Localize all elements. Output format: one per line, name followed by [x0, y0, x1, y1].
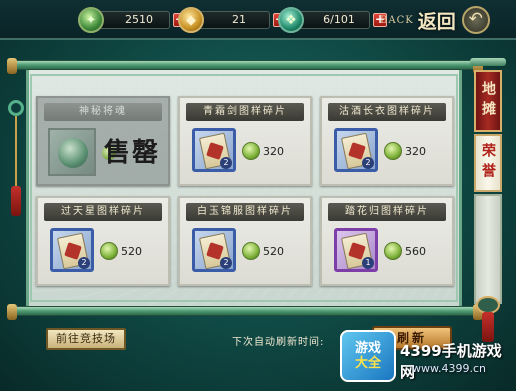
scroll-rod-bottom	[7, 304, 483, 320]
jade-coin-icon	[242, 142, 260, 160]
item-title: 沽酒长衣图样碎片	[328, 103, 446, 121]
pattern-fragment-icon: 2	[192, 128, 236, 172]
resource-jade-gems: ❖ 6/101 +	[278, 7, 387, 33]
item-price: 520	[242, 242, 284, 260]
resource-jade-coins: ✦ 2510 +	[78, 7, 187, 33]
scroll-tassel-decoration	[8, 100, 24, 280]
item-title: 踏花归图样碎片	[328, 203, 446, 221]
item-title: 白玉锦服图样碎片	[186, 203, 304, 221]
item-quantity: 2	[78, 257, 90, 269]
watermark-logo: 游戏 大全	[340, 330, 396, 382]
shop-item-card[interactable]: 白玉锦服图样碎片 2 520	[178, 196, 312, 286]
tab-street-stall[interactable]: 地摊	[474, 70, 502, 132]
side-tab-strip	[474, 194, 502, 304]
watermark-text: 4399手机游戏网	[400, 342, 502, 381]
item-quantity: 2	[362, 157, 374, 169]
price-amount: 520	[121, 244, 142, 258]
item-title: 过天星图样碎片	[44, 203, 162, 221]
jade-coin-icon: ✦	[78, 7, 104, 33]
go-to-arena-button[interactable]: 前往竞技场	[46, 328, 126, 350]
gold-ingot-icon: ◆	[178, 7, 204, 33]
jade-gem-icon: ❖	[278, 7, 304, 33]
price-amount: 560	[405, 244, 426, 258]
item-quantity: 2	[220, 157, 232, 169]
mystery-soul-item-icon	[48, 128, 96, 176]
sold-out-label: 售罄	[104, 138, 161, 168]
item-title: 神秘将魂	[44, 103, 162, 121]
item-price: 320	[242, 142, 284, 160]
jade-coin-icon	[242, 242, 260, 260]
item-title: 青霜剑图样碎片	[186, 103, 304, 121]
jade-coin-icon	[384, 142, 402, 160]
pattern-fragment-icon: 1	[334, 228, 378, 272]
back-button[interactable]: BACK 返回 ↶	[380, 6, 490, 34]
jade-coin-amount: 2510	[98, 11, 170, 29]
jade-coin-icon	[384, 242, 402, 260]
item-quantity: 1	[362, 257, 374, 269]
tab-rod	[470, 58, 506, 66]
back-label-en: BACK	[380, 14, 414, 26]
top-bar: ✦ 2510 + ◆ 21 + ❖ 6/101 + BACK 返回 ↶	[0, 0, 516, 40]
price-amount: 320	[263, 144, 284, 158]
scroll-rod-top	[7, 58, 483, 74]
watermark-logo-line1: 游戏	[354, 341, 381, 356]
watermark-url: www.4399.cn	[412, 362, 486, 375]
tab-label: 荣誉	[480, 143, 496, 183]
tassel-knot-decoration	[482, 312, 494, 342]
jade-gem-amount: 6/101	[298, 11, 370, 29]
auto-refresh-label: 下次自动刷新时间:	[232, 337, 325, 348]
shop-item-card-sold: 神秘将魂 售罄	[36, 96, 170, 186]
pattern-fragment-icon: 2	[192, 228, 236, 272]
back-label-zh: 返回	[417, 10, 456, 33]
jade-coin-icon	[100, 242, 118, 260]
item-price: 520	[100, 242, 142, 260]
pattern-fragment-icon: 2	[50, 228, 94, 272]
return-arrow-icon: ↶	[461, 6, 490, 34]
item-price: 560	[384, 242, 426, 260]
tab-honor[interactable]: 荣誉	[474, 134, 502, 192]
pattern-fragment-icon: 2	[334, 128, 378, 172]
gold-amount: 21	[198, 11, 270, 29]
price-amount: 520	[263, 244, 284, 258]
shop-item-card[interactable]: 踏花归图样碎片 1 560	[320, 196, 454, 286]
shop-item-card[interactable]: 沽酒长衣图样碎片 2 320	[320, 96, 454, 186]
item-price: 320	[384, 142, 426, 160]
tab-label: 地摊	[480, 81, 496, 121]
resource-gold: ◆ 21 +	[178, 7, 287, 33]
item-quantity: 2	[220, 257, 232, 269]
price-amount: 320	[405, 144, 426, 158]
shop-item-card[interactable]: 过天星图样碎片 2 520	[36, 196, 170, 286]
shop-item-card[interactable]: 青霜剑图样碎片 2 320	[178, 96, 312, 186]
watermark-logo-line2: 大全	[354, 356, 381, 371]
